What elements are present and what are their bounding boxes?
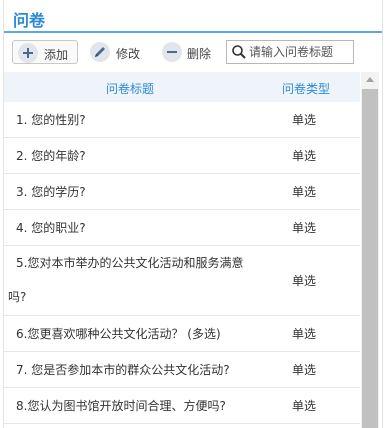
scroll-up-arrow-icon[interactable]: [361, 72, 379, 88]
table-row[interactable]: 6.您更喜欢哪种公共文化活动？ (多选) 单选: [4, 316, 360, 352]
table-row[interactable]: 4. 您的职业? 单选: [4, 210, 360, 246]
row-title: 2. 您的年龄?: [16, 149, 86, 163]
table-row[interactable]: 1. 您的性别? 单选: [4, 102, 360, 138]
table-row[interactable]: 8.您认为图书馆开放时间合理、方便吗? 单选: [4, 388, 360, 424]
pencil-icon: [90, 42, 110, 62]
edit-button[interactable]: 修改: [90, 40, 150, 64]
table-row[interactable]: 3. 您的学历? 单选: [4, 174, 360, 210]
row-title: 1. 您的性别?: [16, 113, 86, 127]
table-row[interactable]: 2. 您的年龄? 单选: [4, 138, 360, 174]
row-title: 3. 您的学历?: [16, 185, 86, 199]
add-button-label: 添加: [44, 48, 69, 62]
plus-icon: [18, 43, 38, 63]
column-header-title[interactable]: 问卷标题: [106, 80, 154, 97]
row-type: 单选: [292, 149, 317, 163]
search-input[interactable]: [249, 44, 349, 60]
panel-title: 问卷: [13, 11, 46, 30]
table-row[interactable]: 5.您对本市举办的公共文化活动和服务满意吗? 单选: [4, 246, 360, 316]
row-title: 4. 您的职业?: [16, 221, 86, 235]
delete-button-label: 删除: [187, 47, 212, 61]
search-icon: [232, 45, 246, 59]
title-divider: [4, 31, 382, 33]
table-header: 问卷标题 问卷类型: [4, 72, 360, 102]
vertical-scrollbar[interactable]: [361, 72, 379, 428]
table-body: 1. 您的性别? 单选 2. 您的年龄? 单选 3. 您的学历? 单选 4. 您…: [4, 102, 360, 424]
delete-button[interactable]: 删除: [162, 40, 222, 64]
row-type: 单选: [292, 221, 317, 235]
row-type: 单选: [292, 274, 317, 288]
row-type: 单选: [292, 185, 317, 199]
row-type: 单选: [292, 363, 317, 377]
row-title: 6.您更喜欢哪种公共文化活动？ (多选): [16, 327, 221, 341]
row-title: 8.您认为图书馆开放时间合理、方便吗?: [16, 399, 226, 413]
row-type: 单选: [292, 113, 317, 127]
table-row[interactable]: 7. 您是否参加本市的群众公共文化活动? 单选: [4, 352, 360, 388]
row-type: 单选: [292, 327, 317, 341]
edit-button-label: 修改: [116, 47, 141, 61]
search-box: [226, 40, 354, 64]
add-button[interactable]: 添加: [12, 40, 78, 64]
row-title: 5.您对本市举办的公共文化活动和服务满意吗?: [8, 256, 244, 304]
row-type: 单选: [292, 399, 317, 413]
toolbar: 添加 修改 删除: [4, 38, 382, 70]
questionnaire-panel: 问卷 添加 修改 删除 请输入问卷标题 问卷标题 问卷类型 1. 您的性别? 单…: [3, 0, 383, 428]
scroll-thumb[interactable]: [362, 89, 378, 428]
questionnaire-table: 问卷标题 问卷类型 1. 您的性别? 单选 2. 您的年龄? 单选 3. 您的学…: [4, 72, 382, 428]
row-title: 7. 您是否参加本市的群众公共文化活动?: [16, 363, 230, 377]
minus-icon: [162, 42, 182, 62]
column-header-type[interactable]: 问卷类型: [282, 80, 330, 97]
